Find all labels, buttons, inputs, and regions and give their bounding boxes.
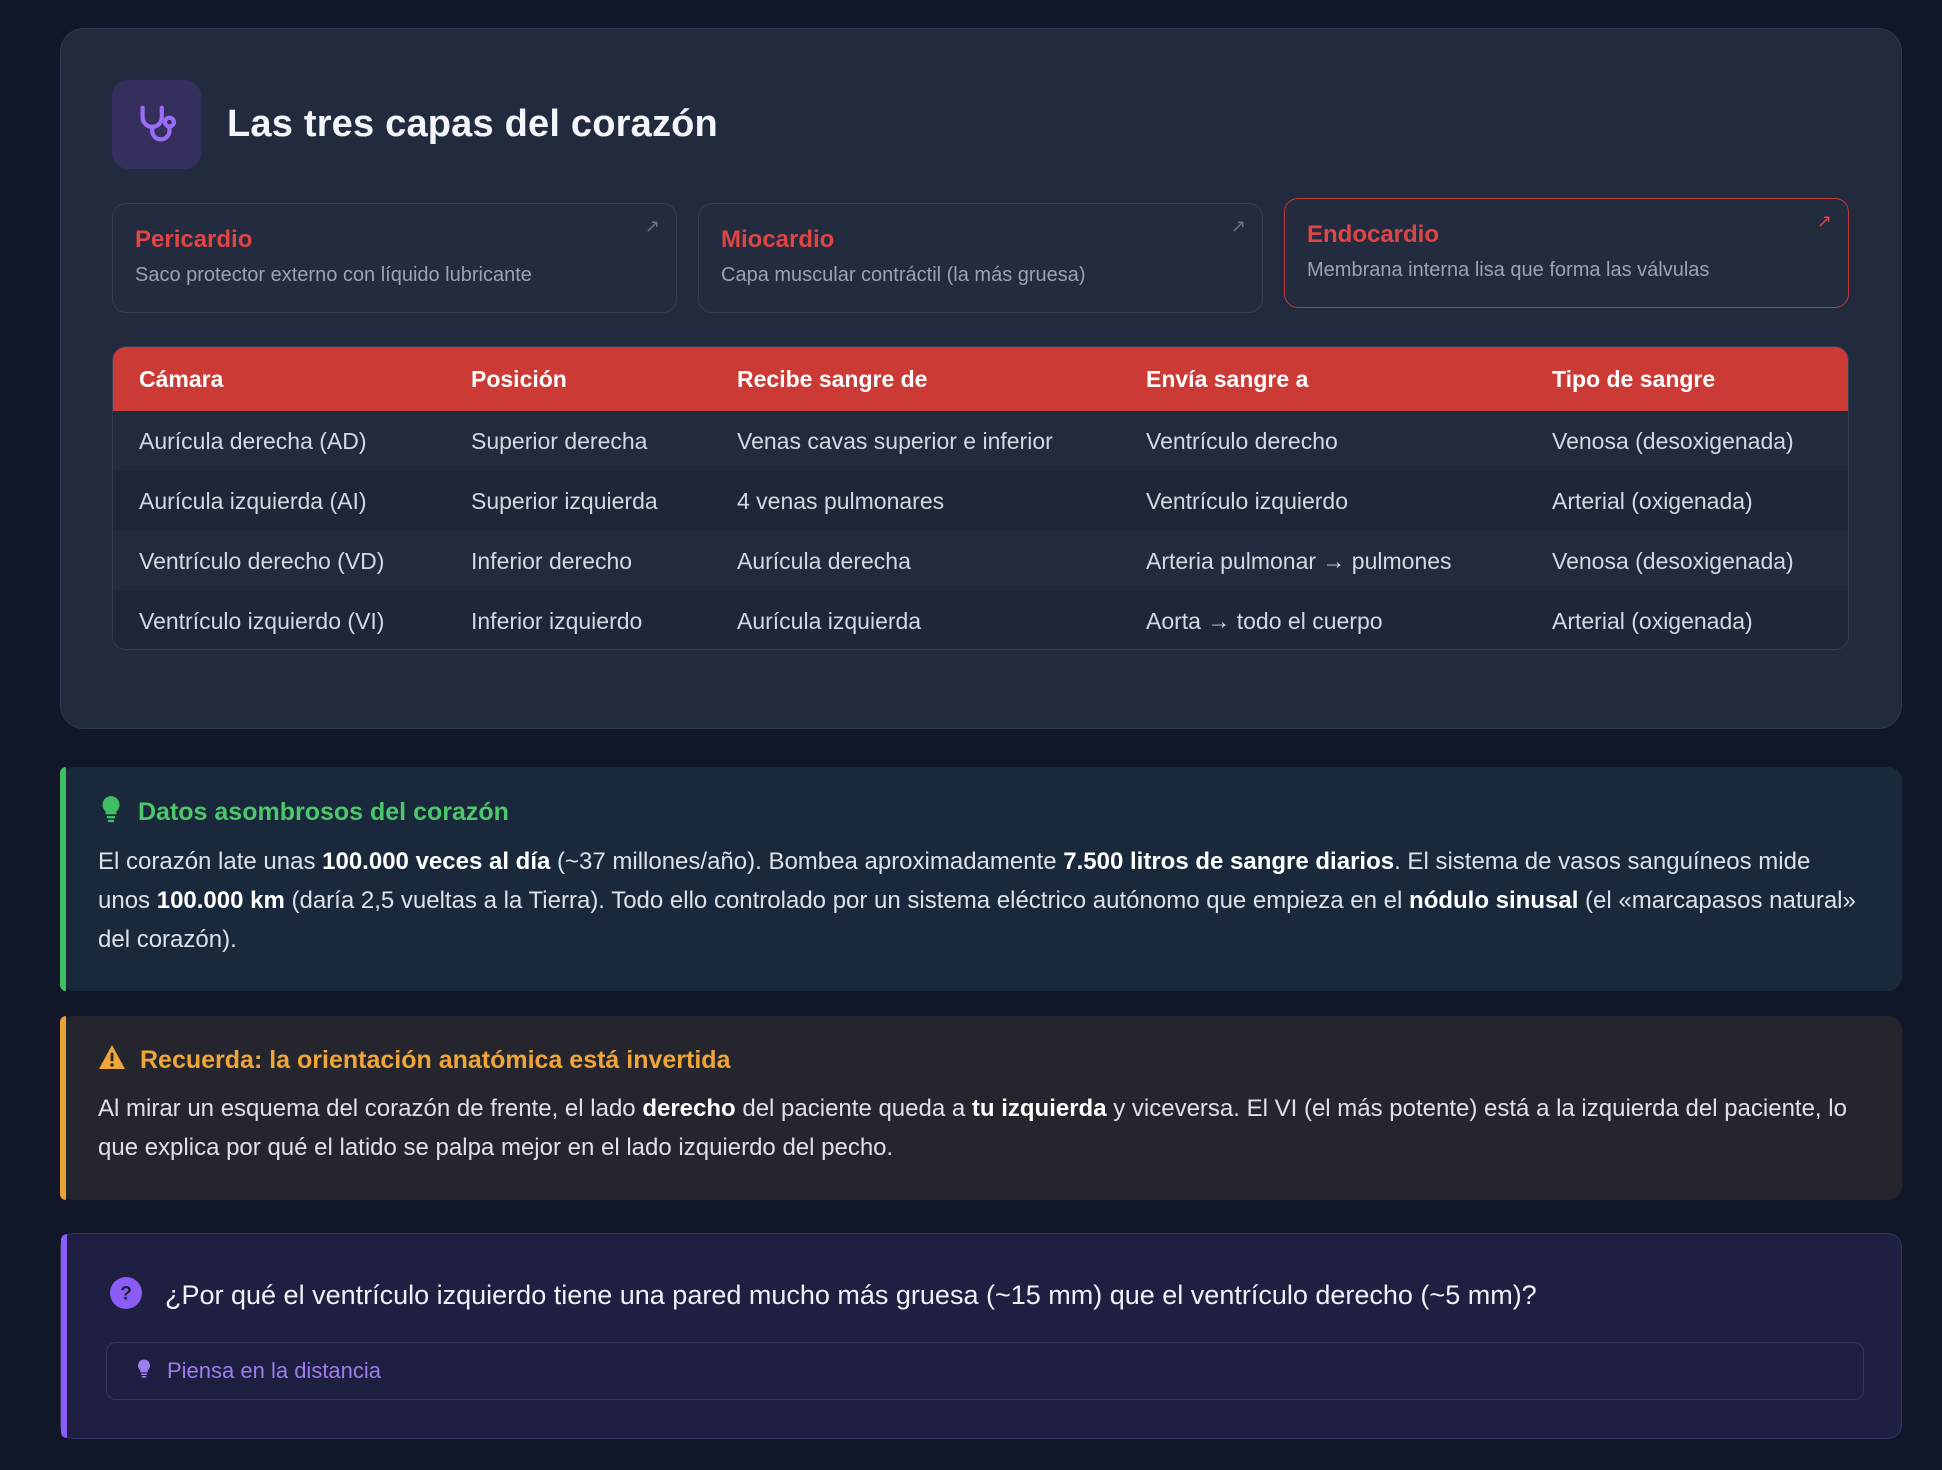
table-row: Aurícula izquierda (AI) Superior izquier… [113, 471, 1848, 531]
table-cell: Inferior derecho [471, 547, 633, 574]
table-cell: Aurícula izquierda [711, 591, 1120, 649]
table-cell: Inferior izquierdo [445, 591, 711, 649]
layer-cards: Pericardio Saco protector externo con lí… [112, 198, 1849, 313]
table-cell: Aorta → todo el cuerpo [1120, 591, 1526, 649]
emphasis: 7.500 litros de sangre diarios [1063, 848, 1395, 875]
emphasis: nódulo sinusal [1409, 887, 1579, 914]
stethoscope-icon [112, 80, 201, 169]
layer-description: Capa muscular contráctil (la más gruesa) [721, 264, 1086, 286]
table-cell: Arteria pulmonar → pulmones [1146, 547, 1452, 574]
hint-label: Piensa en la distancia [167, 1358, 382, 1383]
warning-callout: Recuerda: la orientación anatómica está … [60, 1016, 1902, 1200]
table-cell: Ventrículo izquierdo [1120, 471, 1526, 531]
external-link-icon: ↗ [1230, 216, 1246, 236]
callout-title: Recuerda: la orientación anatómica está … [98, 1044, 1862, 1077]
table-header-row: Cámara Posición Recibe sangre de Envía s… [113, 347, 1848, 411]
warning-icon [98, 1044, 126, 1077]
callout-accent-bar [60, 767, 66, 991]
table-cell: Ventrículo izquierdo (VI) [113, 591, 445, 649]
column-header: Posición [445, 347, 711, 411]
quiz-question-row: ? ¿Por qué el ventrículo izquierdo tiene… [109, 1276, 1537, 1315]
table-cell: Superior derecha [471, 427, 648, 454]
table-cell: Arterial (oxigenada) [1526, 591, 1848, 649]
table-cell: Ventrículo derecho [1146, 427, 1338, 454]
table-cell: Ventrículo derecho (VD) [139, 547, 385, 574]
callout-title: Datos asombrosos del corazón [98, 795, 1862, 830]
emphasis: 100.000 veces al día [322, 848, 551, 875]
lightbulb-icon [135, 1358, 153, 1384]
lightbulb-icon [98, 795, 124, 830]
layer-card-miocardio[interactable]: Miocardio Capa muscular contráctil (la m… [698, 203, 1263, 313]
table-cell: Aurícula derecha [737, 547, 911, 574]
table-row: Ventrículo izquierdo (VI) Inferior izqui… [113, 591, 1848, 649]
table-cell: 4 venas pulmonares [711, 471, 1120, 531]
external-link-icon: ↗ [644, 216, 660, 236]
heart-layers-card: Las tres capas del corazón Pericardio Sa… [60, 28, 1902, 729]
svg-text:?: ? [120, 1284, 132, 1305]
column-header: Cámara [113, 347, 445, 411]
table-row: Aurícula derecha (AD) Superior derecha V… [113, 411, 1848, 471]
layer-card-pericardio[interactable]: Pericardio Saco protector externo con lí… [112, 203, 677, 313]
hint-toggle[interactable]: Piensa en la distancia [106, 1342, 1864, 1400]
table-cell: Venosa (desoxigenada) [1552, 427, 1794, 454]
callout-body: Al mirar un esquema del corazón de frent… [98, 1095, 1847, 1161]
layer-description: Membrana interna lisa que forma las válv… [1307, 259, 1710, 281]
column-header: Envía sangre a [1120, 347, 1526, 411]
column-header: Tipo de sangre [1526, 347, 1848, 411]
callout-body: El corazón late unas 100.000 veces al dí… [98, 848, 1856, 953]
callout-title-text: Datos asombrosos del corazón [138, 798, 509, 826]
quiz-question: ¿Por qué el ventrículo izquierdo tiene u… [165, 1280, 1537, 1310]
layer-name: Endocardio [1307, 221, 1440, 248]
layer-description: Saco protector externo con líquido lubri… [135, 264, 532, 286]
emphasis: 100.000 km [156, 887, 285, 914]
facts-callout: Datos asombrosos del corazón El corazón … [60, 767, 1902, 991]
emphasis: tu izquierda [971, 1095, 1107, 1122]
callout-accent-bar [60, 1016, 66, 1200]
column-header: Recibe sangre de [711, 347, 1120, 411]
emphasis: derecho [642, 1095, 736, 1122]
table-cell: Aurícula izquierda (AI) [113, 471, 445, 531]
table-cell: Superior izquierda [445, 471, 711, 531]
table-cell: Venosa (desoxigenada) [1552, 547, 1794, 574]
table-cell: Arterial (oxigenada) [1526, 471, 1848, 531]
card-title: Las tres capas del corazón [227, 103, 718, 145]
layer-name: Miocardio [721, 226, 835, 253]
question-icon: ? [109, 1276, 143, 1315]
external-link-icon: ↗ [1816, 211, 1832, 231]
callout-title-text: Recuerda: la orientación anatómica está … [140, 1046, 731, 1074]
layer-card-endocardio[interactable]: Endocardio Membrana interna lisa que for… [1284, 198, 1849, 308]
layer-name: Pericardio [135, 226, 253, 253]
card-header: Las tres capas del corazón [112, 80, 718, 169]
table-row: Ventrículo derecho (VD) Inferior derecho… [113, 531, 1848, 591]
quiz-card: ? ¿Por qué el ventrículo izquierdo tiene… [60, 1233, 1902, 1439]
callout-accent-bar [61, 1234, 67, 1438]
table-cell: Aurícula derecha (AD) [139, 427, 367, 454]
table-cell: Venas cavas superior e inferior [737, 427, 1053, 454]
chambers-table: Cámara Posición Recibe sangre de Envía s… [112, 346, 1849, 650]
